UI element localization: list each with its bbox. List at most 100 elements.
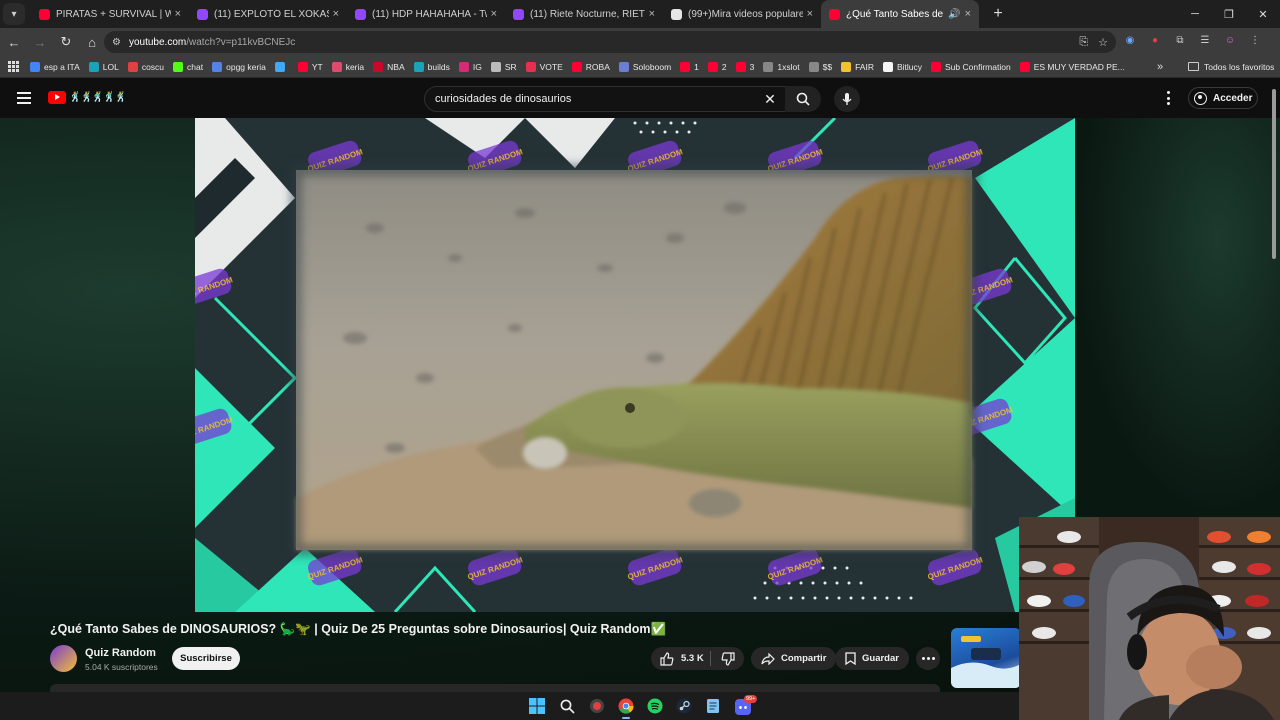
browser-tab[interactable]: ¿Qué Tanto Sabes de DINO🔊 × bbox=[821, 0, 979, 28]
browser-tab[interactable]: (11) EXPLOTÓ EL XOKAS - Twitch × bbox=[189, 0, 347, 28]
home-icon: ⌂ bbox=[88, 34, 96, 50]
bookmark-favicon-icon bbox=[525, 61, 536, 72]
new-tab-button[interactable]: + bbox=[987, 3, 1009, 25]
browser-tab[interactable]: (99+)Mira videos populares sobre × bbox=[663, 0, 821, 28]
bookmark-label: VOTE bbox=[539, 61, 563, 72]
bookmark-item[interactable]: builds bbox=[413, 61, 450, 72]
bookmark-star-icon[interactable]: ☆ bbox=[1098, 36, 1108, 49]
bookmark-item[interactable]: 2 bbox=[707, 61, 727, 72]
taskbar-search-icon[interactable] bbox=[558, 697, 576, 715]
sign-in-button[interactable]: Acceder bbox=[1188, 87, 1258, 109]
more-actions-button[interactable] bbox=[916, 647, 940, 670]
tab-title: (11) Riete Nocturne, RIETE ! xdd bbox=[530, 8, 645, 20]
reload-button[interactable]: ↻ bbox=[54, 30, 78, 54]
bookmark-item[interactable]: Bitlucy bbox=[882, 61, 922, 72]
tab-favicon-icon bbox=[355, 8, 366, 20]
windows-start-icon[interactable] bbox=[528, 697, 546, 715]
youtube-logo[interactable]: 🕺🕺🕺🕺🕺 bbox=[48, 91, 127, 104]
browser-menu-icon[interactable]: ⋮ bbox=[1247, 32, 1263, 48]
bookmark-item[interactable]: SR bbox=[490, 61, 517, 72]
home-button[interactable]: ⌂ bbox=[80, 30, 104, 54]
tab-title: (11) HDP HAHAHAHA - Twitch bbox=[372, 8, 487, 20]
plus-icon: + bbox=[993, 5, 1003, 22]
windows-taskbar: 99+ bbox=[0, 692, 1019, 720]
bookmark-item[interactable]: VOTE bbox=[525, 61, 563, 72]
install-app-icon[interactable]: ⎘ bbox=[1079, 36, 1088, 49]
tab-title: (99+)Mira videos populares sobre bbox=[688, 8, 803, 20]
bookmark-item[interactable]: YT bbox=[297, 61, 323, 72]
bookmark-item[interactable]: Sub Confirmation bbox=[931, 61, 1011, 72]
minimize-button[interactable]: ─ bbox=[1178, 0, 1212, 28]
more-bookmarks-button[interactable]: » bbox=[1157, 61, 1163, 73]
bookmark-item[interactable]: 3 bbox=[735, 61, 754, 72]
bookmark-item[interactable]: coscu bbox=[127, 61, 164, 72]
bookmark-item[interactable]: opgg keria bbox=[212, 61, 266, 72]
puzzle-icon[interactable]: ⧉ bbox=[1172, 32, 1188, 48]
dislike-button[interactable] bbox=[711, 651, 744, 666]
tab-audio-icon[interactable]: 🔊 bbox=[948, 9, 960, 20]
bookmark-item[interactable]: LOL bbox=[88, 61, 119, 72]
tab-close-icon[interactable]: × bbox=[491, 8, 497, 20]
save-button[interactable]: Guardar bbox=[835, 647, 909, 670]
youtube-play-icon bbox=[48, 91, 66, 104]
tab-close-icon[interactable]: × bbox=[333, 8, 339, 20]
browser-tab[interactable]: PIRATAS + SURVIVAL | WindRose × bbox=[31, 0, 189, 28]
chrome-icon[interactable] bbox=[617, 697, 635, 715]
tab-close-icon[interactable]: × bbox=[965, 8, 971, 20]
subscribe-button[interactable]: Suscribirse bbox=[172, 647, 240, 670]
address-bar[interactable]: ⚙ youtube.com/watch?v=p11kvBCNEJc ⎘ ☆ bbox=[104, 31, 1116, 53]
restore-button[interactable]: ❐ bbox=[1212, 0, 1246, 28]
bookmark-item[interactable]: chat bbox=[173, 61, 203, 72]
bookmark-item[interactable]: 1 bbox=[680, 61, 699, 72]
bookmark-item[interactable]: FAIR bbox=[841, 61, 874, 72]
bookmark-item[interactable]: NBA bbox=[373, 61, 405, 72]
all-bookmarks-button[interactable]: Todos los favoritos bbox=[1188, 62, 1274, 72]
bookmark-item[interactable]: ROBA bbox=[571, 61, 610, 72]
clear-search-button[interactable]: ✕ bbox=[760, 86, 780, 112]
spotify-icon[interactable] bbox=[646, 697, 664, 715]
back-button[interactable]: ← bbox=[2, 30, 26, 54]
close-window-button[interactable]: ✕ bbox=[1246, 0, 1280, 28]
share-button[interactable]: Compartir bbox=[751, 647, 837, 670]
tab-close-icon[interactable]: × bbox=[175, 8, 181, 20]
tab-search-button[interactable]: ▾ bbox=[3, 3, 25, 25]
menu-icon[interactable] bbox=[17, 92, 31, 104]
reading-list-icon[interactable]: ☰ bbox=[1197, 32, 1213, 48]
bookmark-item[interactable]: Soloboom bbox=[618, 61, 671, 72]
microphone-icon bbox=[842, 93, 852, 105]
tab-close-icon[interactable]: × bbox=[807, 8, 813, 20]
scrollbar-thumb[interactable] bbox=[1272, 89, 1276, 259]
forward-button[interactable]: → bbox=[28, 30, 52, 54]
notepad-icon[interactable] bbox=[704, 697, 722, 715]
bookmark-item[interactable]: 1xslot bbox=[763, 61, 800, 72]
site-info-icon[interactable]: ⚙ bbox=[112, 37, 121, 48]
bookmark-item[interactable]: esp a ITA bbox=[30, 61, 80, 72]
bookmark-item[interactable] bbox=[274, 61, 289, 72]
bookmark-favicon-icon bbox=[1019, 61, 1030, 72]
bookmark-item[interactable]: $$ bbox=[808, 61, 832, 72]
recommended-video-thumbnail[interactable] bbox=[951, 628, 1021, 688]
extension-icon[interactable]: ● bbox=[1147, 32, 1163, 48]
tab-close-icon[interactable]: × bbox=[649, 8, 655, 20]
voice-search-button[interactable] bbox=[834, 86, 860, 112]
profile-icon[interactable]: ☺ bbox=[1222, 32, 1238, 48]
bookmark-item[interactable]: keria bbox=[331, 61, 364, 72]
channel-avatar[interactable] bbox=[50, 645, 77, 672]
search-input[interactable]: curiosidades de dinosaurios bbox=[424, 86, 786, 112]
apps-grid-icon[interactable] bbox=[8, 60, 20, 73]
bookmark-item[interactable]: IG bbox=[458, 61, 482, 72]
bookmark-item[interactable]: ES MUY VERDAD PE... bbox=[1019, 61, 1125, 72]
video-player[interactable]: QUIZ RANDOM QUIZ RANDOM QUIZ RANDOM QUIZ RA… bbox=[195, 118, 1075, 612]
channel-name[interactable]: Quiz Random bbox=[85, 647, 156, 659]
like-button[interactable]: 5.3 K bbox=[651, 651, 710, 666]
bookmark-favicon-icon bbox=[618, 61, 629, 72]
extension-icon[interactable]: ◉ bbox=[1122, 32, 1138, 48]
bookmark-favicon-icon bbox=[571, 61, 582, 72]
app-icon[interactable] bbox=[588, 697, 606, 715]
search-button[interactable] bbox=[785, 86, 821, 112]
description-box[interactable] bbox=[50, 684, 940, 692]
steam-icon[interactable] bbox=[675, 697, 693, 715]
browser-tab[interactable]: (11) HDP HAHAHAHA - Twitch × bbox=[347, 0, 505, 28]
browser-tab[interactable]: (11) Riete Nocturne, RIETE ! xdd × bbox=[505, 0, 663, 28]
settings-menu-icon[interactable] bbox=[1164, 91, 1172, 105]
